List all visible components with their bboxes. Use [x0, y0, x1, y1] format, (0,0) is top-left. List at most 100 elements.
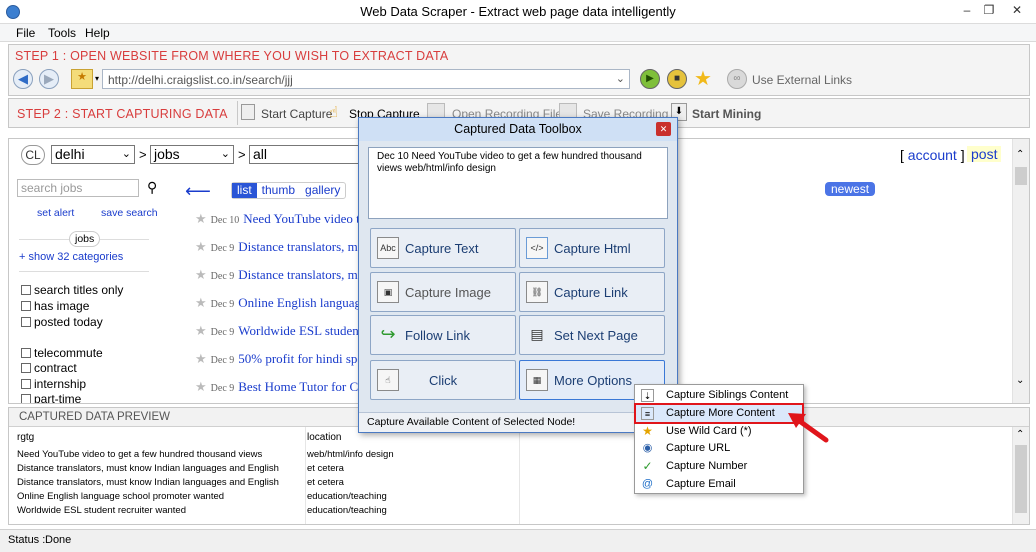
- start-capture-button[interactable]: Start Capture: [261, 107, 332, 121]
- capture-html-button[interactable]: </> Capture Html: [519, 228, 665, 268]
- click-button[interactable]: ☝ Click: [370, 360, 516, 400]
- back-icon[interactable]: ◀: [13, 69, 33, 89]
- search-icon[interactable]: ⚲: [147, 179, 157, 196]
- listing-item[interactable]: ★ Dec 9 Distance translators, mu: [195, 267, 364, 283]
- menu-item-capture-number[interactable]: ✓ Capture Number: [636, 458, 802, 475]
- listing-item[interactable]: ★ Dec 9 Distance translators, mu: [195, 239, 364, 255]
- star-icon[interactable]: ★: [694, 66, 712, 91]
- forward-icon[interactable]: ▶: [39, 69, 59, 89]
- table-row[interactable]: Worldwide ESL student recruiter wanted ed…: [9, 505, 1013, 519]
- set-next-page-button[interactable]: ▤ Set Next Page: [519, 315, 665, 355]
- capture-text-button[interactable]: Abc Capture Text: [370, 228, 516, 268]
- filter-checkbox-search-titles[interactable]: search titles only: [21, 283, 123, 297]
- filter-checkbox-has-image[interactable]: has image: [21, 299, 89, 313]
- captured-text-area[interactable]: Dec 10 Need YouTube video to get a few h…: [368, 147, 668, 219]
- view-list-tab[interactable]: list: [232, 183, 257, 198]
- browser-scrollbar[interactable]: ⌃ ⌄: [1012, 139, 1029, 403]
- view-gallery-tab[interactable]: gallery: [300, 183, 345, 197]
- menu-file[interactable]: File: [16, 26, 35, 40]
- minimize-button[interactable]: –: [958, 3, 976, 19]
- table-row[interactable]: Need YouTube video to get a few hundred …: [9, 449, 1013, 463]
- close-button[interactable]: ✕: [1008, 3, 1026, 19]
- follow-link-button[interactable]: ↪ Follow Link: [370, 315, 516, 355]
- table-row[interactable]: Distance translators, must know Indian l…: [9, 477, 1013, 491]
- capture-image-button[interactable]: ▣ Capture Image: [370, 272, 516, 312]
- post-link[interactable]: post: [967, 146, 1002, 162]
- listing-title[interactable]: Distance translators, mu: [238, 239, 364, 254]
- listing-title[interactable]: Online English languag: [238, 295, 361, 310]
- favorites-folder-icon[interactable]: ★: [71, 69, 93, 89]
- toolbox-close-button[interactable]: ✕: [656, 122, 671, 136]
- city-select[interactable]: delhi ⌄: [51, 145, 135, 164]
- favorites-dropdown-icon[interactable]: ▾: [95, 74, 99, 83]
- filter-checkbox-telecommute[interactable]: telecommute: [21, 346, 103, 360]
- table-cell: et cetera: [307, 463, 344, 474]
- url-dropdown-icon[interactable]: ⌄: [616, 72, 625, 85]
- url-input[interactable]: http://delhi.craigslist.co.in/search/jjj…: [102, 69, 630, 89]
- star-icon[interactable]: ★: [195, 323, 207, 338]
- use-external-links-label[interactable]: Use External Links: [752, 73, 852, 87]
- column-header[interactable]: location: [307, 432, 519, 443]
- stop-capture-icon[interactable]: ☝: [329, 103, 338, 121]
- table-row[interactable]: Distance translators, must know Indian l…: [9, 463, 1013, 477]
- chevron-down-icon[interactable]: ⌄: [1016, 375, 1024, 386]
- listing-item[interactable]: ★ Dec 9 Online English languag: [195, 295, 361, 311]
- listing-item[interactable]: ★ Dec 9 50% profit for hindi spe: [195, 351, 363, 367]
- menu-item-capture-more-content[interactable]: ≡ Capture More Content: [634, 403, 804, 424]
- external-link-icon[interactable]: ∞: [727, 69, 747, 89]
- capture-link-button[interactable]: ⛓ Capture Link: [519, 272, 665, 312]
- menu-help[interactable]: Help: [85, 26, 110, 40]
- start-capture-icon[interactable]: [241, 104, 255, 120]
- breadcrumb-separator: >: [139, 147, 147, 162]
- filter-checkbox-part-time[interactable]: part-time: [21, 392, 81, 403]
- chevron-up-icon[interactable]: ⌃: [1016, 149, 1024, 160]
- filter-checkbox-posted-today[interactable]: posted today: [21, 315, 103, 329]
- scrollbar-thumb[interactable]: [1015, 445, 1027, 513]
- chevron-up-icon[interactable]: ⌃: [1016, 429, 1024, 440]
- save-search-link[interactable]: save search: [101, 207, 158, 219]
- star-icon[interactable]: ★: [195, 211, 207, 226]
- listing-date: Dec 9: [210, 383, 235, 394]
- star-icon[interactable]: ★: [195, 239, 207, 254]
- scrollbar-thumb[interactable]: [1015, 167, 1027, 185]
- newest-sort-button[interactable]: newest: [825, 182, 876, 196]
- listing-item[interactable]: ★ Dec 9 Best Home Tutor for Cl: [195, 379, 362, 395]
- menu-item-capture-url[interactable]: ◉ Capture URL: [636, 440, 802, 457]
- filter-select[interactable]: all: [249, 145, 359, 164]
- table-cell: Distance translators, must know Indian l…: [17, 477, 279, 488]
- star-icon[interactable]: ★: [195, 295, 207, 310]
- set-alert-link[interactable]: set alert: [37, 207, 74, 219]
- listing-title[interactable]: Worldwide ESL studen: [238, 323, 359, 338]
- cl-logo[interactable]: CL: [21, 145, 45, 165]
- menu-item-wild-card[interactable]: ★ Use Wild Card (*): [636, 423, 802, 440]
- menu-tools[interactable]: Tools: [48, 26, 76, 40]
- listing-item[interactable]: ★ Dec 10 Need YouTube video t: [195, 211, 360, 227]
- filter-checkbox-contract[interactable]: contract: [21, 361, 77, 375]
- column-header[interactable]: rgtg: [17, 432, 305, 443]
- menu-item-capture-email[interactable]: @ Capture Email: [636, 476, 802, 493]
- filter-checkbox-internship[interactable]: internship: [21, 377, 86, 391]
- show-categories-link[interactable]: + show 32 categories: [19, 251, 123, 263]
- search-jobs-input[interactable]: search jobs: [17, 179, 139, 197]
- preview-scrollbar[interactable]: ⌃: [1012, 427, 1029, 524]
- breadcrumb-separator: >: [238, 147, 246, 162]
- table-row[interactable]: Online English language school promoter …: [9, 491, 1013, 505]
- star-icon[interactable]: ★: [195, 379, 207, 394]
- listing-title[interactable]: 50% profit for hindi spe: [238, 351, 363, 366]
- menu-item-capture-siblings[interactable]: ⇣ Capture Siblings Content: [636, 387, 802, 404]
- restore-button[interactable]: ❐: [980, 3, 998, 19]
- arrow-left-icon[interactable]: ⟵: [185, 181, 211, 202]
- account-link[interactable]: [ account ]: [900, 147, 965, 163]
- listing-title[interactable]: Best Home Tutor for Cl: [238, 379, 362, 394]
- star-icon[interactable]: ★: [195, 267, 207, 282]
- listing-title[interactable]: Need YouTube video t: [243, 211, 360, 226]
- category-select[interactable]: jobs ⌄: [150, 145, 234, 164]
- stop-icon[interactable]: ■: [667, 69, 687, 89]
- listing-item[interactable]: ★ Dec 9 Worldwide ESL studen: [195, 323, 359, 339]
- view-thumb-tab[interactable]: thumb: [257, 183, 300, 197]
- star-icon[interactable]: ★: [195, 351, 207, 366]
- listing-title[interactable]: Distance translators, mu: [238, 267, 364, 282]
- play-icon[interactable]: ▶: [640, 69, 660, 89]
- step1-label: STEP 1 : OPEN WEBSITE FROM WHERE YOU WIS…: [15, 49, 449, 63]
- start-mining-button[interactable]: Start Mining: [692, 107, 761, 121]
